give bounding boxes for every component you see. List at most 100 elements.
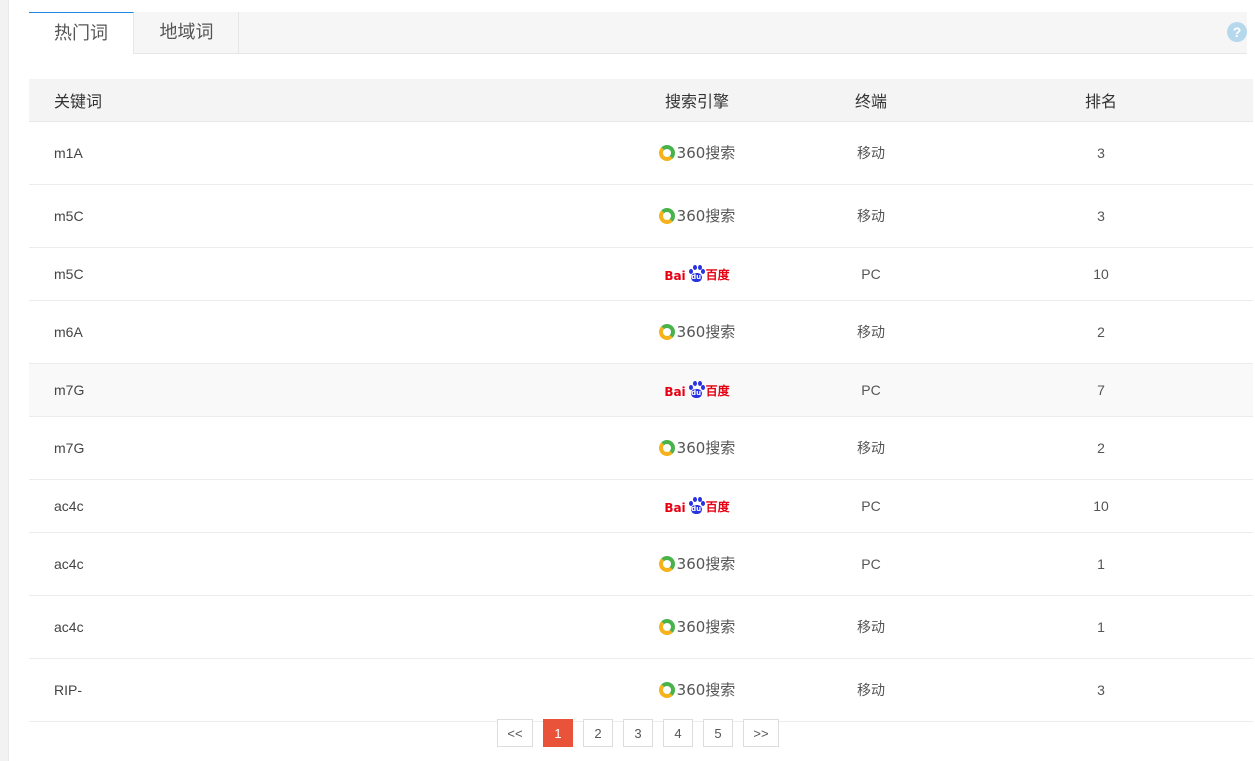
- baidu-paw-text: du: [690, 505, 702, 514]
- rank-cell: 2: [949, 300, 1253, 364]
- baidu-paw-icon: du: [687, 381, 705, 399]
- rank-value: 1: [1097, 556, 1105, 572]
- rank-cell: 3: [949, 121, 1253, 185]
- table-row: m5C 360搜索 移动 3: [29, 184, 1253, 248]
- table-row: ac4c 360搜索 PC 1: [29, 532, 1253, 596]
- pager-page-2[interactable]: 2: [583, 719, 613, 747]
- pager-page-5[interactable]: 5: [703, 719, 733, 747]
- rank-cell: 7: [949, 363, 1253, 417]
- baidu-logo-left: Bai: [664, 501, 686, 515]
- device-cell: PC: [793, 479, 949, 533]
- rank-cell: 3: [949, 184, 1253, 248]
- table-row: m7G 360搜索 移动 2: [29, 416, 1253, 480]
- engine-cell: 360搜索: [601, 121, 793, 185]
- rank-value: 7: [1097, 382, 1105, 398]
- rank-value: 10: [1093, 266, 1109, 282]
- tab-hot-words[interactable]: 热门词: [29, 12, 134, 54]
- keyword-cell: m5C: [29, 247, 601, 301]
- device-cell: 移动: [793, 416, 949, 480]
- rank-value: 1: [1097, 619, 1105, 635]
- device-cell: 移动: [793, 121, 949, 185]
- table-row: ac4c 360搜索 移动 1: [29, 595, 1253, 659]
- engine-name: 360搜索: [676, 555, 736, 574]
- engine-cell: Bai du 百度: [601, 363, 793, 417]
- 360-search-logo-icon: 360搜索: [658, 437, 735, 458]
- device-value: PC: [861, 498, 881, 514]
- rank-value: 3: [1097, 145, 1105, 161]
- pagination: << 1 2 3 4 5 >>: [497, 719, 779, 747]
- 360-search-logo-icon: 360搜索: [658, 553, 736, 574]
- engine-name: 360搜索: [676, 681, 736, 700]
- baidu-logo-left: Bai: [664, 385, 686, 399]
- table-row: m7G Bai du 百度 PC 7: [29, 363, 1253, 417]
- pager-page-1[interactable]: 1: [543, 719, 573, 747]
- table-header-row: 关键词 搜索引擎 终端 排名: [29, 79, 1253, 122]
- keyword-cell: m6A: [29, 300, 601, 364]
- device-cell: PC: [793, 363, 949, 417]
- device-cell: PC: [793, 247, 949, 301]
- device-cell: 移动: [793, 300, 949, 364]
- table-row: ac4c Bai du 百度 PC 10: [29, 479, 1253, 533]
- device-value: 移动: [857, 682, 885, 698]
- table-row: m6A 360搜索 移动 2: [29, 300, 1253, 364]
- 360-ring-icon: [658, 618, 675, 635]
- rank-value: 2: [1097, 440, 1105, 456]
- keyword-cell: ac4c: [29, 532, 601, 596]
- 360-ring-icon: [658, 555, 675, 572]
- baidu-paw-icon: du: [687, 265, 705, 283]
- column-header-device: 终端: [793, 79, 949, 122]
- table-row: m5C Bai du 百度 PC 10: [29, 247, 1253, 301]
- rank-cell: 3: [949, 658, 1253, 722]
- device-value: 移动: [857, 208, 885, 224]
- rank-cell: 1: [949, 595, 1253, 659]
- engine-cell: 360搜索: [601, 416, 793, 480]
- pager-page-4[interactable]: 4: [663, 719, 693, 747]
- 360-ring-icon: [658, 144, 675, 161]
- rank-cell: 10: [949, 247, 1253, 301]
- table-row: RIP- 360搜索 移动 3: [29, 658, 1253, 722]
- 360-ring-icon: [658, 439, 675, 456]
- keyword-cell: RIP-: [29, 658, 601, 722]
- keyword-panel: 热门词 地域词 ? 关键词 搜索引擎 终端 排名 m1A 360搜索 移动 3 m5C 3…: [29, 12, 1253, 722]
- keyword-cell: m7G: [29, 416, 601, 480]
- baidu-logo-icon: Bai du 百度: [664, 497, 730, 515]
- device-value: PC: [861, 556, 881, 572]
- help-icon[interactable]: ?: [1227, 22, 1247, 42]
- baidu-logo-right: 百度: [705, 268, 730, 282]
- device-value: PC: [861, 266, 881, 282]
- tab-bar: 热门词 地域词 ?: [29, 12, 1247, 54]
- 360-search-logo-icon: 360搜索: [658, 616, 735, 637]
- rank-cell: 1: [949, 532, 1253, 596]
- keyword-cell: m7G: [29, 363, 601, 417]
- baidu-paw-icon: du: [687, 497, 705, 515]
- keyword-cell: ac4c: [29, 479, 601, 533]
- engine-cell: 360搜索: [601, 532, 793, 596]
- keyword-cell: ac4c: [29, 595, 601, 659]
- rank-value: 3: [1097, 208, 1105, 224]
- column-header-engine: 搜索引擎: [601, 79, 793, 122]
- baidu-logo-left: Bai: [664, 269, 686, 283]
- baidu-logo-icon: Bai du 百度: [664, 381, 730, 399]
- left-sidebar-edge: [0, 0, 9, 761]
- column-header-rank: 排名: [949, 79, 1253, 122]
- device-value: 移动: [857, 440, 885, 456]
- table-row: m1A 360搜索 移动 3: [29, 121, 1253, 185]
- tab-region-words[interactable]: 地域词: [135, 12, 239, 53]
- rank-value: 10: [1093, 498, 1109, 514]
- engine-name: 360搜索: [676, 207, 736, 226]
- pager-next-button[interactable]: >>: [743, 719, 779, 747]
- engine-cell: 360搜索: [601, 595, 793, 659]
- engine-cell: 360搜索: [601, 658, 793, 722]
- 360-ring-icon: [658, 207, 675, 224]
- pager-page-3[interactable]: 3: [623, 719, 653, 747]
- keyword-cell: m5C: [29, 184, 601, 248]
- device-value: PC: [861, 382, 881, 398]
- 360-ring-icon: [658, 323, 675, 340]
- engine-name: 360搜索: [676, 323, 736, 342]
- engine-cell: 360搜索: [601, 184, 793, 248]
- device-cell: 移动: [793, 184, 949, 248]
- device-cell: 移动: [793, 658, 949, 722]
- engine-cell: Bai du 百度: [601, 479, 793, 533]
- pager-prev-button[interactable]: <<: [497, 719, 533, 747]
- 360-search-logo-icon: 360搜索: [658, 321, 736, 342]
